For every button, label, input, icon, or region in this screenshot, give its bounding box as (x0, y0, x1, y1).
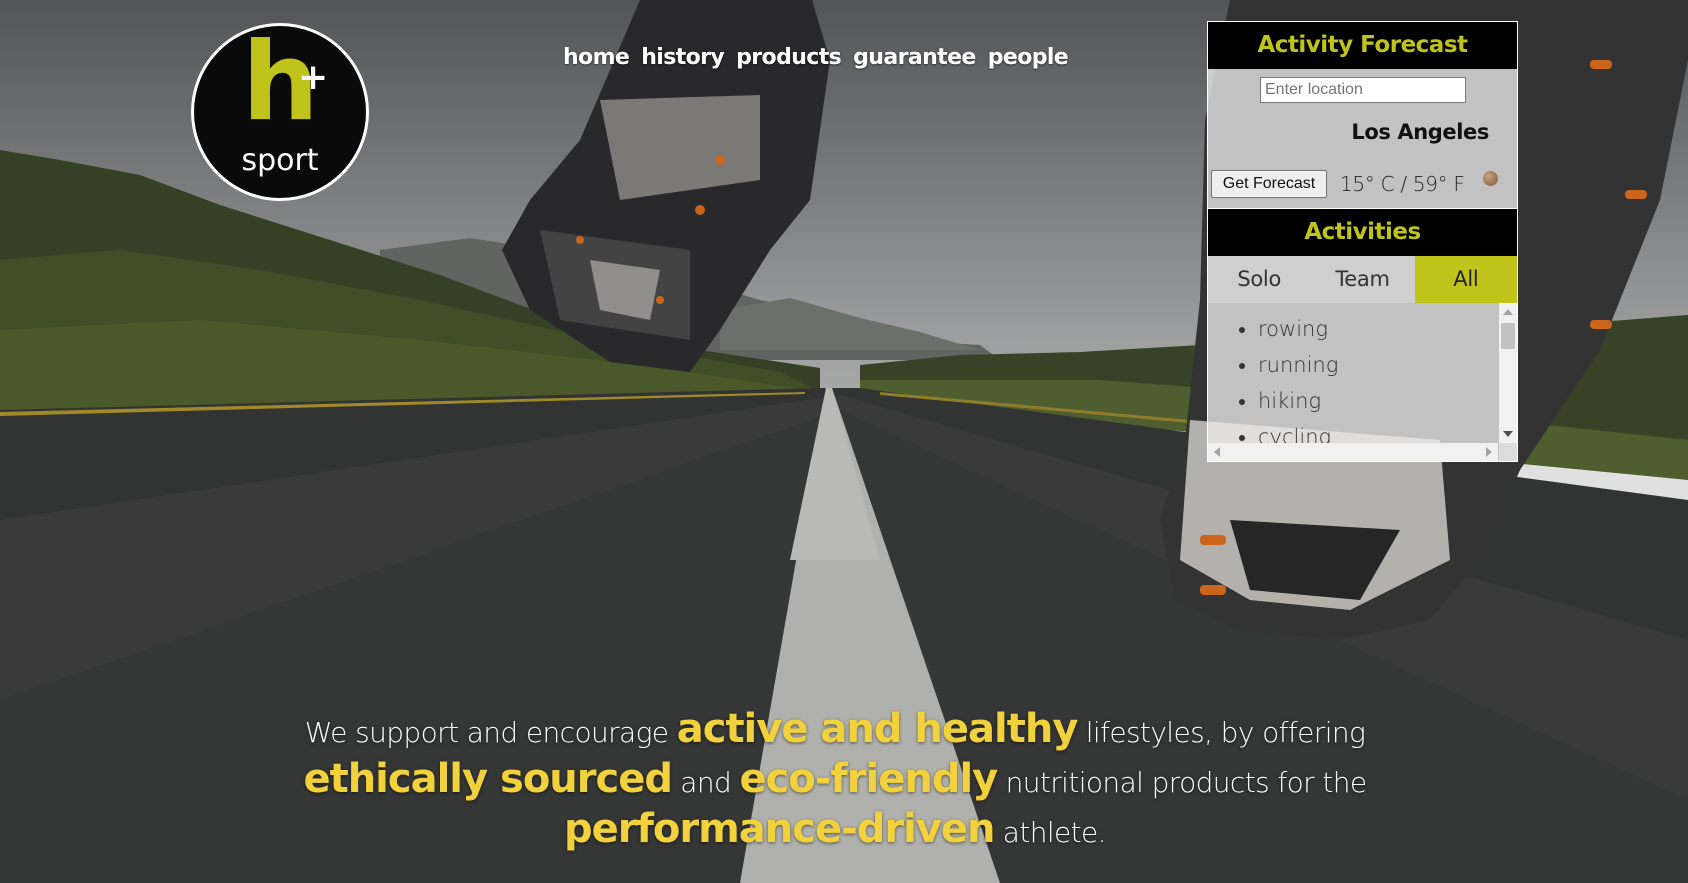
forecast-title: Activity Forecast (1208, 22, 1517, 69)
nav-products[interactable]: products (736, 45, 842, 70)
activities-list: rowing running hiking cycling (1208, 303, 1498, 443)
location-input[interactable] (1260, 77, 1466, 103)
tab-all[interactable]: All (1414, 256, 1517, 303)
tagline-text: lifestyles, by offering (1077, 716, 1366, 749)
hero-tagline: We support and encourage active and heal… (240, 706, 1430, 856)
tagline-text: We support and encourage (304, 716, 677, 749)
list-item: running (1258, 347, 1498, 383)
hplus-sport-logo[interactable]: h + sport (191, 23, 369, 201)
scroll-right-icon[interactable] (1486, 447, 1492, 457)
tagline-text: nutritional products for the (997, 766, 1368, 799)
get-forecast-button[interactable]: Get Forecast (1211, 170, 1327, 198)
city-name: Los Angeles (1351, 120, 1489, 144)
forecast-panel: Los Angeles Get Forecast 15° C / 59° F (1208, 69, 1517, 208)
temperature-readout: 15° C / 59° F (1340, 172, 1465, 196)
logo-plus: + (298, 57, 329, 98)
nav-guarantee[interactable]: guarantee (853, 45, 976, 70)
weather-icon (1483, 171, 1498, 186)
activity-forecast-widget: Activity Forecast Los Angeles Get Foreca… (1207, 21, 1518, 462)
tagline-line-1: We support and encourage active and heal… (240, 706, 1430, 756)
tagline-highlight: ethically sourced (303, 756, 673, 802)
list-item: hiking (1258, 383, 1498, 419)
tagline-text: and (671, 766, 740, 799)
nav-history[interactable]: history (641, 45, 725, 70)
vertical-scrollbar[interactable] (1499, 303, 1517, 443)
tagline-highlight: performance-driven (564, 806, 995, 852)
page: h + sport home history products guarante… (0, 0, 1688, 883)
activities-title: Activities (1208, 208, 1517, 256)
list-item: rowing (1258, 311, 1498, 347)
scrollbar-corner (1499, 443, 1517, 461)
tab-team[interactable]: Team (1311, 256, 1415, 303)
scroll-down-icon[interactable] (1503, 431, 1513, 437)
horizontal-scrollbar[interactable] (1208, 443, 1498, 461)
tab-solo[interactable]: Solo (1208, 256, 1312, 303)
list-item: cycling (1258, 419, 1498, 443)
scrollbar-thumb[interactable] (1501, 323, 1515, 349)
tagline-text: athlete. (994, 816, 1107, 849)
logo-wordmark: sport (241, 143, 319, 178)
nav-home[interactable]: home (563, 45, 630, 70)
tagline-line-2: ethically sourced and eco-friendly nutri… (240, 756, 1430, 806)
nav-people[interactable]: people (988, 45, 1069, 70)
scroll-left-icon[interactable] (1214, 447, 1220, 457)
main-nav: home history products guarantee people (563, 45, 1069, 70)
scroll-up-icon[interactable] (1503, 309, 1513, 315)
tagline-line-3: performance-driven athlete. (240, 806, 1430, 856)
activities-list-panel: rowing running hiking cycling (1208, 303, 1517, 461)
activity-tabs: Solo Team All (1208, 256, 1517, 303)
tagline-highlight: active and healthy (676, 706, 1079, 752)
tagline-highlight: eco-friendly (739, 756, 998, 802)
